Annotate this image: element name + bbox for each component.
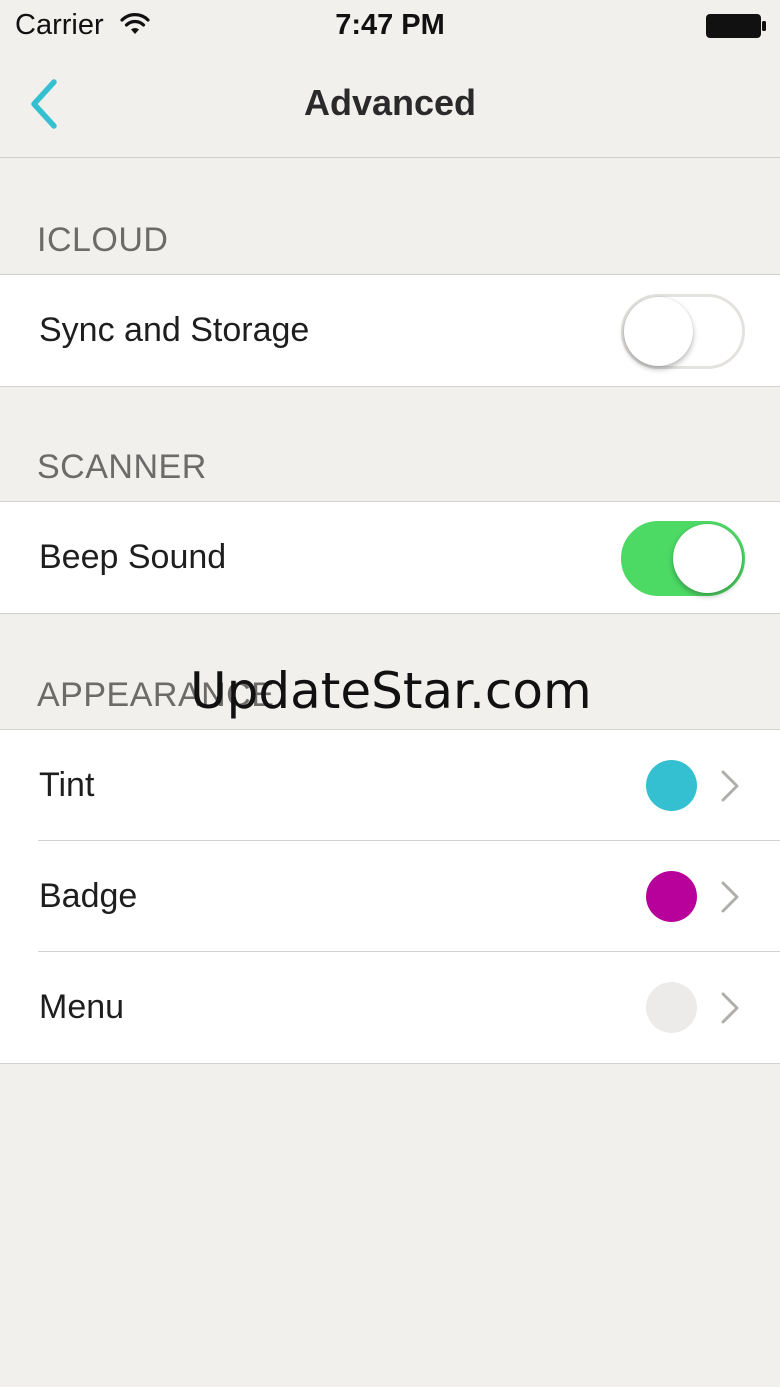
beep-sound-toggle[interactable] [621, 521, 745, 596]
chevron-right-icon [721, 881, 739, 913]
section-header-icloud: ICLOUD [37, 221, 169, 259]
page-title: Advanced [303, 82, 477, 123]
status-bar: Carrier 7:47 PM [0, 0, 780, 54]
row-label: Badge [39, 877, 138, 915]
sync-storage-toggle[interactable] [621, 294, 745, 369]
row-beep-sound: Beep Sound [0, 502, 780, 613]
section-header-scanner: SCANNER [37, 448, 207, 486]
row-menu[interactable]: Menu [0, 951, 780, 1063]
menu-color-swatch [646, 982, 697, 1033]
row-label: Beep Sound [39, 538, 227, 576]
tint-color-swatch [646, 760, 697, 811]
group-appearance: Tint Badge Menu [0, 729, 780, 1064]
group-icloud: Sync and Storage [0, 274, 780, 387]
battery-icon [706, 14, 766, 38]
status-time: 7:47 PM [335, 9, 445, 41]
watermark: UpdateStar.com [190, 662, 592, 720]
chevron-right-icon [721, 770, 739, 802]
row-label: Menu [39, 988, 125, 1026]
chevron-left-icon [31, 79, 57, 129]
row-badge[interactable]: Badge [0, 840, 780, 952]
group-scanner: Beep Sound [0, 501, 780, 614]
row-sync-and-storage: Sync and Storage [0, 275, 780, 386]
row-tint[interactable]: Tint [0, 730, 780, 841]
row-label: Tint [39, 766, 95, 804]
row-label: Sync and Storage [39, 311, 310, 349]
back-button[interactable] [22, 74, 74, 134]
chevron-right-icon [721, 992, 739, 1024]
navigation-bar: Advanced [0, 54, 780, 158]
toggle-knob [673, 524, 742, 593]
toggle-knob [624, 297, 693, 366]
settings-screen: Carrier 7:47 PM Advanced ICLOUD Sync and… [0, 0, 780, 1387]
badge-color-swatch [646, 871, 697, 922]
